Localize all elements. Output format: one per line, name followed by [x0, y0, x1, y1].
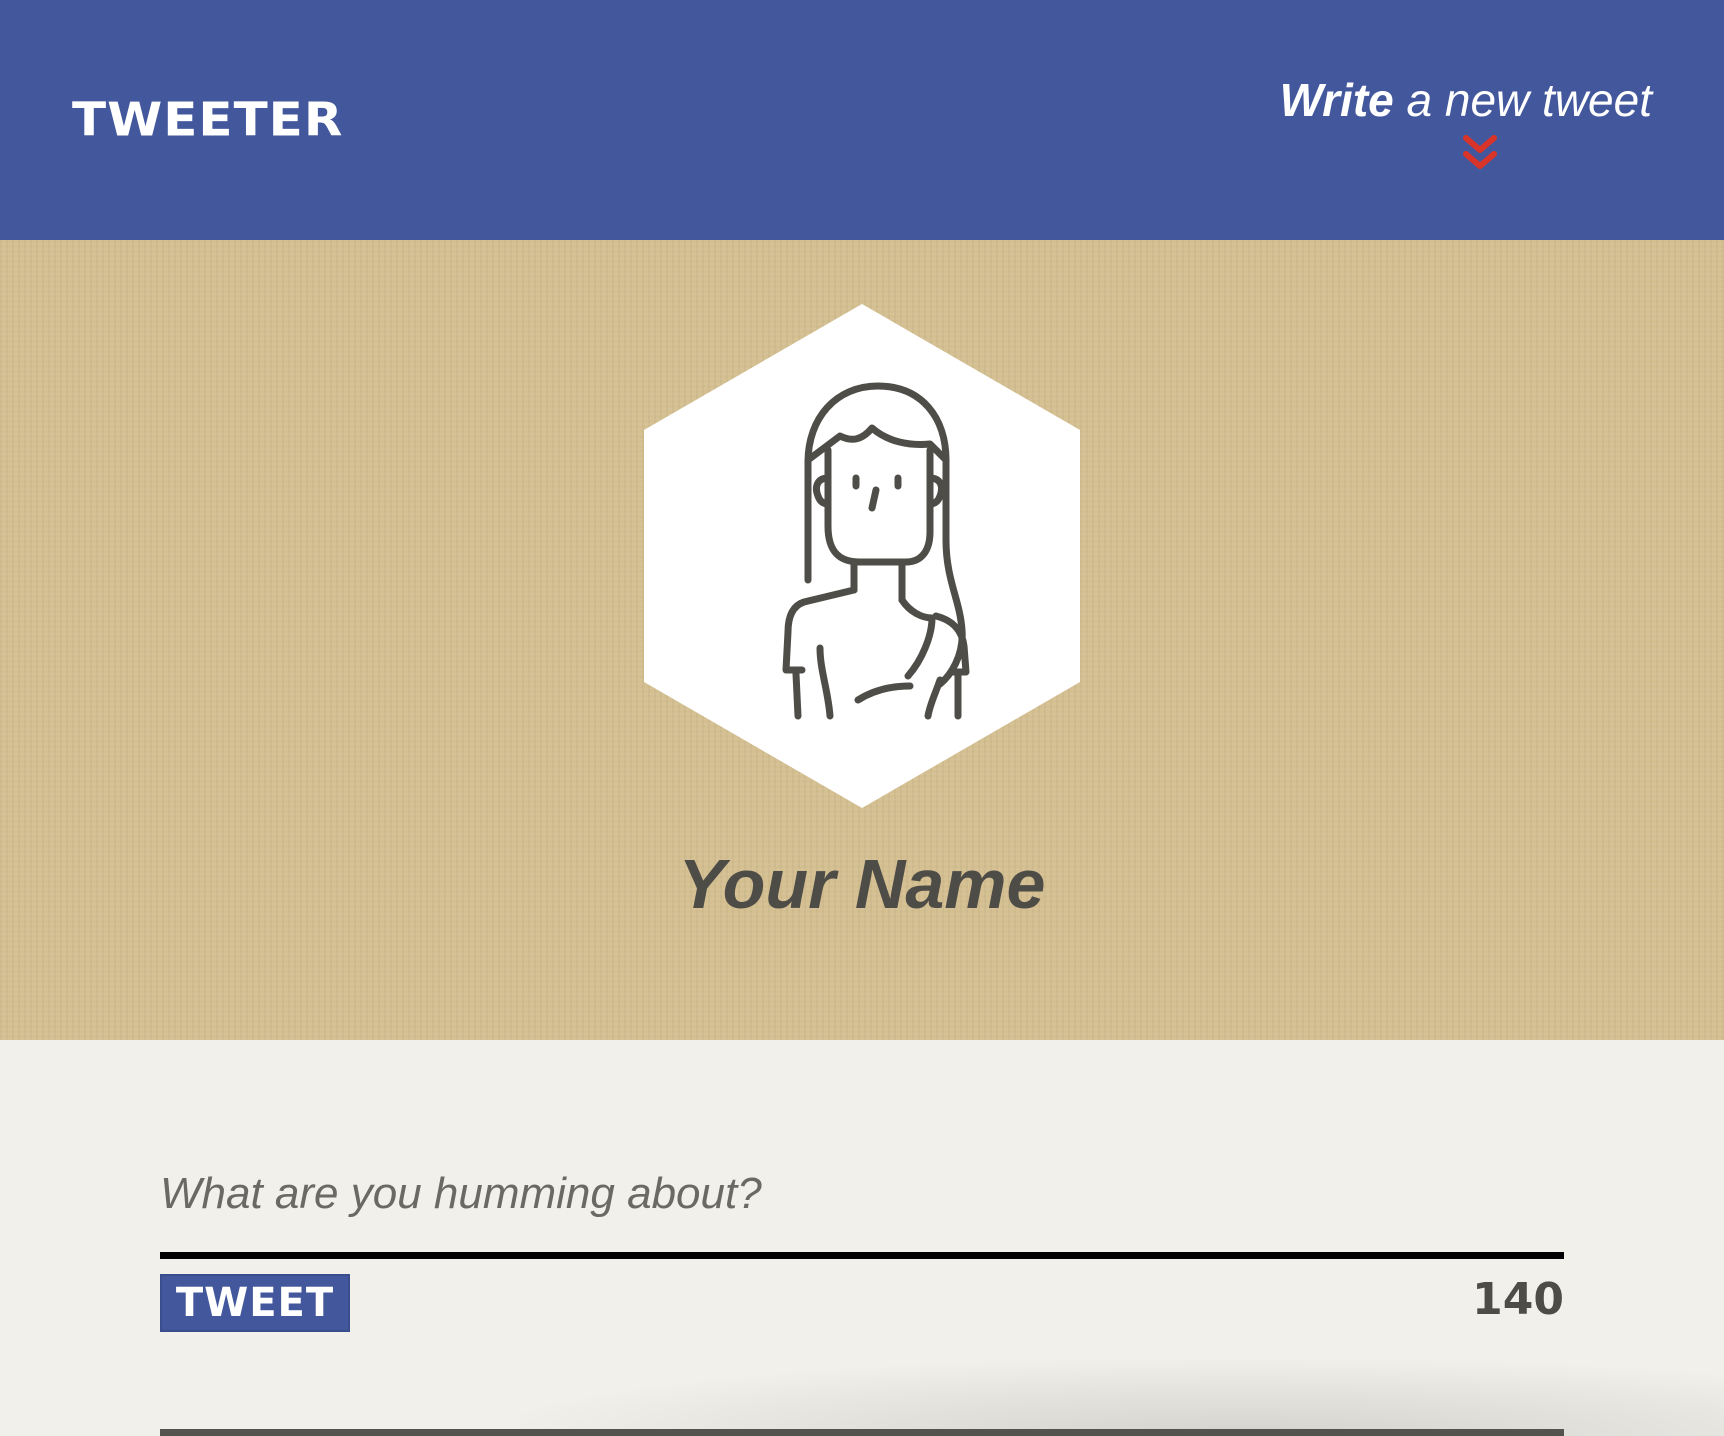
profile-section: Your Name: [0, 240, 1724, 1040]
write-link-strong: Write: [1279, 74, 1394, 126]
double-chevron-down-icon[interactable]: [1462, 134, 1498, 174]
write-link-rest: a new tweet: [1393, 74, 1653, 126]
write-new-tweet-link[interactable]: Write a new tweet: [1280, 72, 1652, 128]
woman-avatar-icon: [644, 304, 1080, 808]
avatar-hexagon: [644, 304, 1080, 808]
tweet-compose-input[interactable]: [160, 1162, 1564, 1226]
next-card-divider: [160, 1429, 1564, 1436]
tweet-button[interactable]: TWEET: [160, 1274, 350, 1332]
compose-underline: [160, 1252, 1564, 1259]
char-counter: 140: [1472, 1274, 1564, 1325]
top-nav: TWEETER Write a new tweet: [0, 0, 1724, 240]
profile-name: Your Name: [678, 845, 1046, 923]
next-card-shadow: [520, 1360, 1724, 1436]
brand-logo[interactable]: TWEETER: [72, 91, 343, 150]
